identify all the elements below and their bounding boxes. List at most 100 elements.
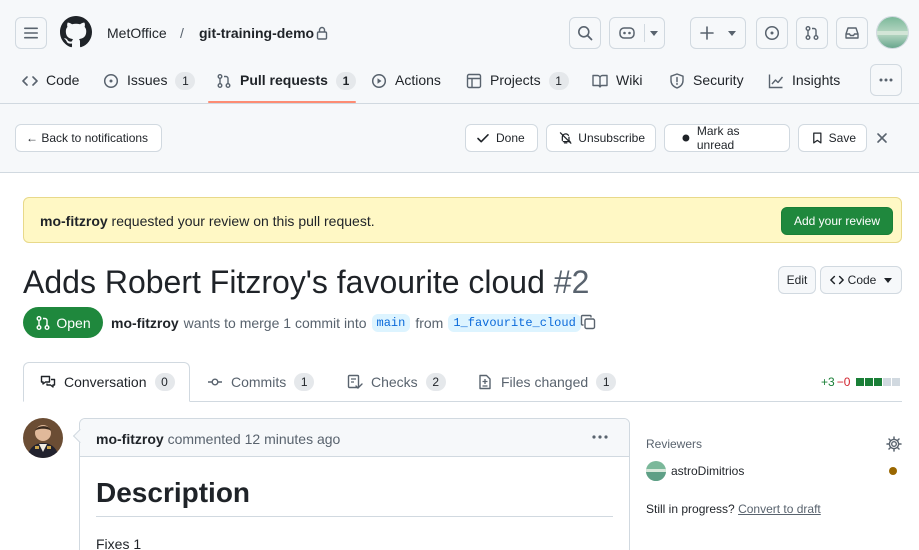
graph-icon xyxy=(768,74,784,89)
chevron-down-icon xyxy=(884,277,893,283)
checklist-icon xyxy=(347,374,363,389)
back-to-notifications-label: ← Back to notifications xyxy=(26,131,149,145)
description-heading: Description xyxy=(96,477,251,508)
git-pull-request-icon xyxy=(217,74,231,88)
comment-action: commented xyxy=(167,431,241,447)
tab-checks[interactable]: Checks 2 xyxy=(347,362,446,402)
copilot-icon xyxy=(619,27,635,39)
diffstat-square xyxy=(856,378,865,386)
tab-security[interactable]: Security xyxy=(669,64,744,104)
menu-button[interactable] xyxy=(15,17,47,49)
notification-bar: ← Back to notifications Done Unsubscribe… xyxy=(0,104,919,173)
pull-requests-count: 1 xyxy=(335,72,356,90)
create-new-button[interactable] xyxy=(690,17,746,49)
bookmark-icon xyxy=(813,132,822,144)
pull-requests-button[interactable] xyxy=(796,17,828,49)
pr-number: #2 xyxy=(553,264,590,300)
chevron-down-icon xyxy=(650,31,658,36)
comment-author[interactable]: mo-fitzroy xyxy=(96,431,164,447)
gear-icon[interactable] xyxy=(886,436,902,452)
tab-pull-requests-label: Pull requests xyxy=(240,72,328,88)
global-header: MetOffice / git-training-demo Code Issue… xyxy=(0,0,919,104)
save-label: Save xyxy=(828,131,856,145)
tab-actions[interactable]: Actions xyxy=(371,64,441,104)
pr-meta: mo-fitzroy wants to merge 1 commit into … xyxy=(111,314,581,332)
issue-opened-icon xyxy=(103,73,119,89)
tab-commits-label: Commits xyxy=(231,374,287,390)
tab-code-label: Code xyxy=(46,72,80,88)
tab-wiki[interactable]: Wiki xyxy=(592,64,642,104)
bell-slash-icon xyxy=(559,132,572,144)
base-branch[interactable]: main xyxy=(371,314,411,332)
tab-pull-requests[interactable]: Pull requests 1 xyxy=(216,64,356,104)
tab-actions-label: Actions xyxy=(395,72,441,88)
pr-title-text: Adds Robert Fitzroy's favourite cloud xyxy=(23,264,545,300)
diffstat-bar xyxy=(855,378,901,386)
diffstat-square xyxy=(883,378,892,386)
done-label: Done xyxy=(496,131,525,145)
files-changed-count: 1 xyxy=(596,373,617,391)
check-icon xyxy=(477,134,489,143)
repo-link[interactable]: git-training-demo xyxy=(199,24,314,42)
tab-commits[interactable]: Commits 1 xyxy=(207,362,315,402)
mark-as-unread-label: Mark as unread xyxy=(696,124,740,152)
user-avatar[interactable] xyxy=(876,16,909,49)
git-commit-icon xyxy=(208,378,222,386)
additions-count: +3 xyxy=(821,375,835,389)
draft-prompt: Still in progress? Convert to draft xyxy=(646,502,821,516)
head-branch[interactable]: 1_favourite_cloud xyxy=(448,314,581,332)
code-icon xyxy=(829,275,844,285)
github-logo-icon[interactable] xyxy=(60,16,92,48)
pr-author-link[interactable]: mo-fitzroy xyxy=(111,315,179,331)
from-text: from xyxy=(415,315,444,331)
dot-fill-icon xyxy=(682,134,690,142)
comment-options-icon[interactable] xyxy=(591,429,609,445)
code-dropdown-label: Code xyxy=(847,273,877,287)
copy-icon[interactable] xyxy=(580,314,596,330)
comment-timestamp[interactable]: 12 minutes ago xyxy=(245,431,341,447)
unsubscribe-button[interactable]: Unsubscribe xyxy=(546,124,656,152)
owner-link[interactable]: MetOffice xyxy=(107,24,167,42)
plus-icon xyxy=(700,26,714,40)
copilot-button[interactable] xyxy=(609,17,665,49)
back-to-notifications-button[interactable]: ← Back to notifications xyxy=(15,124,162,152)
description-body: Fixes 1 xyxy=(96,536,142,550)
tab-files-changed[interactable]: Files changed 1 xyxy=(477,362,617,402)
deletions-count: −0 xyxy=(836,375,851,389)
review-request-banner: mo-fitzroy requested your review on this… xyxy=(23,197,902,243)
tab-issues[interactable]: Issues 1 xyxy=(103,64,196,104)
tab-insights-label: Insights xyxy=(792,72,841,88)
comment-author-avatar[interactable] xyxy=(23,418,63,458)
book-icon xyxy=(592,74,608,88)
diffstat-square xyxy=(892,378,901,386)
requester-name[interactable]: mo-fitzroy xyxy=(40,213,108,229)
unsubscribe-label: Unsubscribe xyxy=(578,131,645,145)
reviewer-item[interactable]: astroDimitrios xyxy=(646,461,744,481)
tab-conversation-label: Conversation xyxy=(64,374,147,390)
lock-icon xyxy=(316,26,328,40)
search-button[interactable] xyxy=(569,17,601,49)
code-dropdown-button[interactable]: Code xyxy=(820,266,902,294)
tab-insights[interactable]: Insights xyxy=(768,64,840,104)
chevron-down-icon xyxy=(728,31,736,36)
issues-button[interactable] xyxy=(756,17,788,49)
done-button[interactable]: Done xyxy=(465,124,538,152)
inbox-button[interactable] xyxy=(836,17,868,49)
more-nav-button[interactable] xyxy=(870,64,902,96)
reviewer-avatar xyxy=(646,461,666,481)
diffstat-square xyxy=(874,378,883,386)
diffstat: +3 −0 xyxy=(821,375,901,389)
tab-projects-label: Projects xyxy=(490,72,541,88)
convert-to-draft-link[interactable]: Convert to draft xyxy=(738,502,821,516)
save-button[interactable]: Save xyxy=(798,124,867,152)
edit-title-button[interactable]: Edit xyxy=(778,266,816,294)
tab-conversation[interactable]: Conversation 0 xyxy=(23,362,190,402)
issues-count: 1 xyxy=(175,72,196,90)
file-diff-icon xyxy=(479,374,491,390)
tab-code[interactable]: Code xyxy=(22,64,79,104)
close-icon[interactable] xyxy=(876,132,888,144)
mark-as-unread-button[interactable]: Mark as unread xyxy=(664,124,790,152)
tab-projects[interactable]: Projects 1 xyxy=(466,64,569,104)
pr-description-comment: mo-fitzroy commented 12 minutes ago Desc… xyxy=(79,418,630,550)
add-review-button[interactable]: Add your review xyxy=(781,207,893,235)
